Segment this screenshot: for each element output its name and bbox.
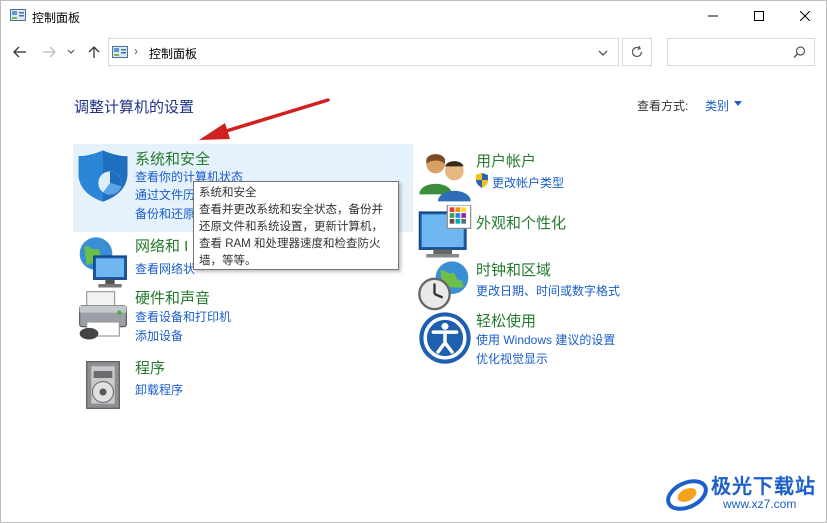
forward-arrow-icon	[43, 46, 56, 58]
maximize-icon	[754, 11, 764, 21]
accessibility-icon	[419, 312, 471, 364]
control-panel-icon	[112, 46, 128, 58]
tooltip-system-security: 系统和安全 查看并更改系统和安全状态，备份并 还原文件和系统设置，更新计算机， …	[193, 181, 399, 270]
category-title[interactable]: 外观和个性化	[476, 212, 566, 233]
tooltip-title: 系统和安全	[199, 187, 257, 199]
search-input[interactable]	[667, 38, 815, 66]
category-appearance[interactable]: 外观和个性化	[417, 205, 677, 258]
back-arrow-icon	[13, 46, 26, 58]
category-title[interactable]: 系统和安全	[135, 148, 210, 169]
monitor-palette-icon	[418, 205, 472, 258]
control-panel-window: 控制面板 › 控制面板 调整计算机的设置 查看方式: 类别 系统和安全 查看你的…	[0, 0, 827, 523]
back-button[interactable]	[10, 41, 30, 63]
link-file-history[interactable]: 通过文件历	[135, 186, 195, 203]
caret-down-icon[interactable]	[734, 101, 742, 106]
category-user-accounts[interactable]: 用户帐户 更改帐户类型	[417, 150, 677, 202]
users-icon	[419, 154, 471, 202]
forward-button[interactable]	[39, 41, 59, 63]
breadcrumb-separator: ›	[134, 44, 138, 58]
category-programs[interactable]: 程序 卸载程序	[75, 357, 375, 409]
chevron-down-icon[interactable]	[596, 47, 610, 59]
watermark-logo: 极光下载站 www.xz7.com	[665, 467, 825, 519]
chevron-down-icon	[67, 49, 75, 54]
category-ease-of-access[interactable]: 轻松使用 使用 Windows 建议的设置 优化视觉显示	[417, 310, 677, 366]
up-arrow-icon	[88, 46, 100, 58]
page-title: 调整计算机的设置	[74, 99, 195, 116]
tooltip-line: 墙，等等。	[199, 255, 257, 267]
watermark-url: www.xz7.com	[723, 497, 797, 511]
refresh-icon	[631, 45, 643, 58]
category-title[interactable]: 程序	[135, 357, 165, 378]
view-by-label: 查看方式:	[637, 99, 689, 113]
category-title[interactable]: 硬件和声音	[135, 287, 210, 308]
link-use-recommended-settings[interactable]: 使用 Windows 建议的设置	[476, 331, 615, 348]
shield-icon	[78, 150, 128, 202]
minimize-icon	[708, 15, 718, 17]
printer-icon	[79, 291, 127, 340]
link-add-device[interactable]: 添加设备	[135, 327, 183, 344]
category-title[interactable]: 轻松使用	[476, 310, 536, 331]
link-backup-restore[interactable]: 备份和还原	[135, 205, 195, 222]
network-globe-icon	[79, 237, 127, 288]
view-by-dropdown[interactable]: 类别	[705, 97, 729, 114]
search-icon	[793, 46, 806, 58]
up-button[interactable]	[84, 41, 104, 63]
close-icon	[800, 11, 810, 21]
tooltip-line: 查看并更改系统和安全状态，备份并	[199, 204, 383, 216]
address-bar[interactable]: › 控制面板	[108, 38, 619, 66]
uac-shield-icon	[476, 173, 488, 188]
title-bar: 控制面板	[1, 1, 826, 31]
link-optimize-visual-display[interactable]: 优化视觉显示	[476, 350, 548, 367]
link-change-date-time[interactable]: 更改日期、时间或数字格式	[476, 282, 620, 299]
category-hardware-sound[interactable]: 硬件和声音 查看设备和打印机 添加设备	[75, 287, 375, 343]
link-network-status[interactable]: 查看网络状	[135, 260, 195, 277]
tooltip-line: 还原文件和系统设置，更新计算机，	[199, 221, 383, 233]
category-title[interactable]: 用户帐户	[476, 150, 536, 171]
window-title: 控制面板	[32, 11, 81, 25]
link-uninstall-program[interactable]: 卸载程序	[135, 381, 183, 398]
programs-icon	[86, 361, 120, 409]
category-title[interactable]: 网络和 I	[135, 235, 188, 256]
link-devices-printers[interactable]: 查看设备和打印机	[135, 308, 231, 325]
breadcrumb-control-panel[interactable]: 控制面板	[149, 45, 197, 62]
navigation-bar: › 控制面板	[1, 37, 826, 67]
minimize-button[interactable]	[690, 1, 736, 31]
tooltip-line: 查看 RAM 和处理器速度和检查防火	[199, 238, 381, 250]
control-panel-icon	[10, 9, 26, 21]
link-change-account-type[interactable]: 更改帐户类型	[492, 174, 564, 191]
aurora-logo-icon	[666, 479, 708, 511]
category-title[interactable]: 时钟和区域	[476, 259, 551, 280]
refresh-button[interactable]	[622, 38, 652, 66]
close-button[interactable]	[782, 1, 827, 31]
watermark-brand: 极光下载站	[711, 476, 816, 498]
recent-locations-button[interactable]	[64, 41, 78, 63]
clock-globe-icon	[418, 261, 469, 311]
category-clock-region[interactable]: 时钟和区域 更改日期、时间或数字格式	[417, 259, 677, 311]
maximize-button[interactable]	[736, 1, 782, 31]
